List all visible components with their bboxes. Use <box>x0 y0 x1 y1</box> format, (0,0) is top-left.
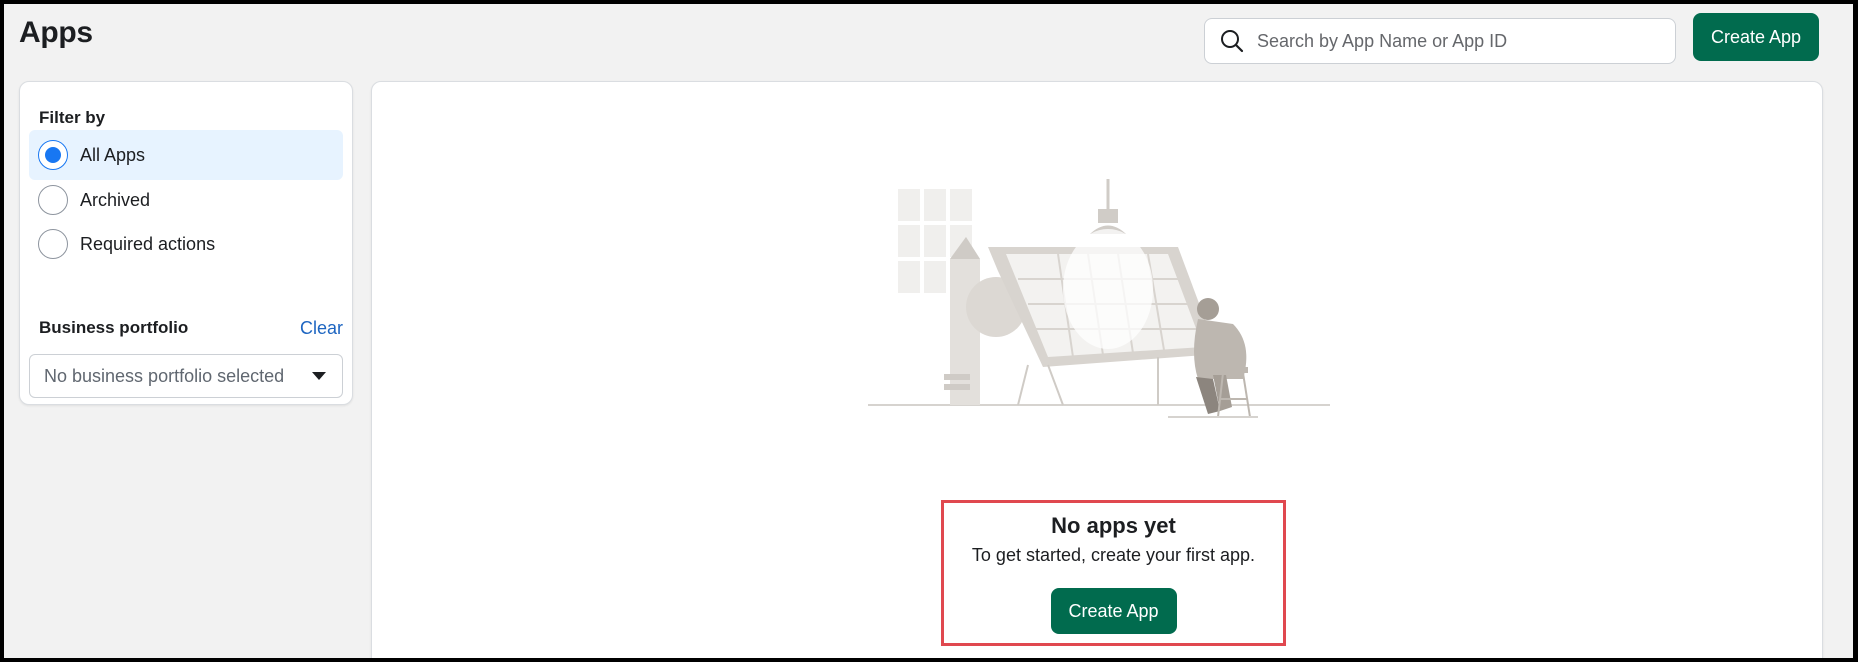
page-title: Apps <box>19 16 93 49</box>
filter-option-all-apps[interactable]: All Apps <box>29 130 343 180</box>
empty-state-illustration <box>868 179 1330 418</box>
filter-option-label: Required actions <box>80 233 216 254</box>
radio-selected[interactable] <box>38 140 68 170</box>
search-box[interactable] <box>1204 18 1676 64</box>
business-portfolio-select[interactable]: No business portfolio selected <box>29 354 343 398</box>
apps-main-panel: No apps yet To get started, create your … <box>371 81 1823 658</box>
business-portfolio-value: No business portfolio selected <box>44 365 285 386</box>
search-input[interactable] <box>1257 30 1657 52</box>
app-window: Apps Create App Filter by All Apps Archi… <box>4 4 1853 658</box>
chevron-down-icon <box>312 372 326 380</box>
filter-option-required-actions[interactable]: Required actions <box>29 219 343 269</box>
filter-option-label: All Apps <box>80 144 146 165</box>
filter-sidebar: Filter by All Apps Archived Required act… <box>19 81 353 405</box>
filter-heading: Filter by <box>39 108 106 127</box>
empty-state-subtitle: To get started, create your first app. <box>971 545 1256 565</box>
empty-state-highlight: No apps yet To get started, create your … <box>941 500 1286 646</box>
clear-link[interactable]: Clear <box>300 318 343 339</box>
empty-state-title: No apps yet <box>1051 513 1176 538</box>
radio-unselected[interactable] <box>38 229 68 259</box>
radio-unselected[interactable] <box>38 185 68 215</box>
filter-option-label: Archived <box>80 189 151 210</box>
business-portfolio-heading: Business portfolio <box>39 318 189 337</box>
create-app-button[interactable]: Create App <box>1693 13 1819 61</box>
filter-option-archived[interactable]: Archived <box>29 175 343 225</box>
create-first-app-button[interactable]: Create App <box>1050 588 1177 634</box>
search-icon <box>1219 28 1245 54</box>
